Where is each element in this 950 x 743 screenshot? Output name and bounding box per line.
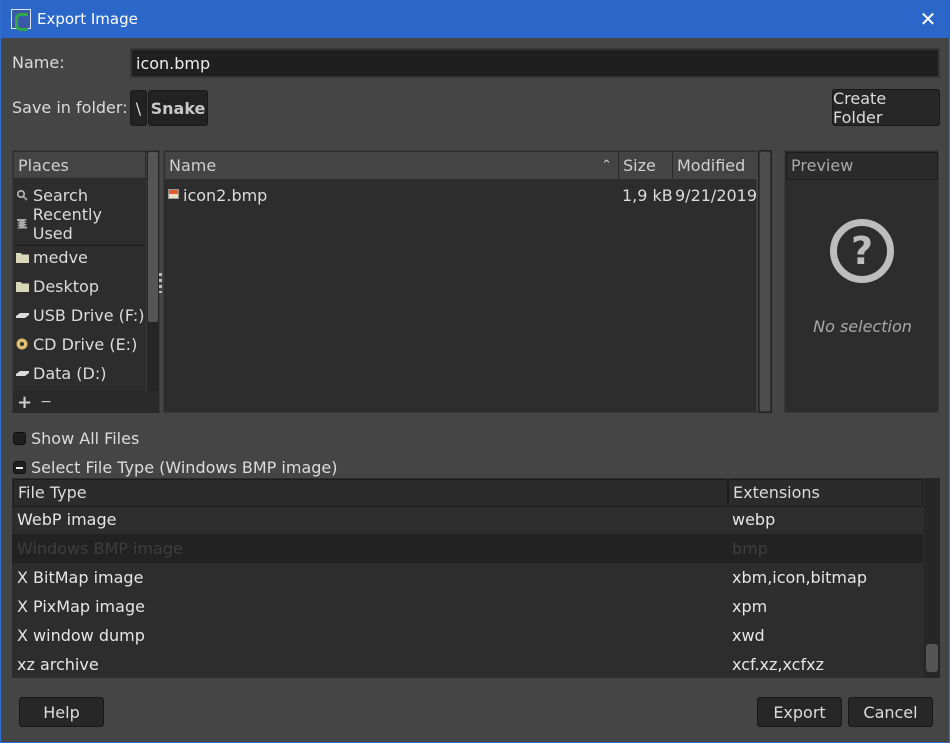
places-item-label: Search [33,185,88,205]
places-item-usb-drive[interactable]: USB Drive (F:) [15,301,145,329]
drive-icon [15,366,29,380]
places-item-data-drive[interactable]: Data (D:) [15,359,145,387]
places-item-label: USB Drive (F:) [33,305,145,325]
file-type-name: X BitMap image [17,568,144,587]
collapse-icon[interactable] [13,461,26,474]
file-type-extensions: bmp [732,539,768,558]
add-bookmark-button[interactable]: + [17,392,32,413]
file-type-name: X PixMap image [17,597,145,616]
column-header-name-label: Name [169,156,217,175]
places-header: Places [14,152,145,179]
places-item-recently-used[interactable]: Recently Used [15,205,145,243]
save-in-folder-label: Save in folder: [12,98,128,117]
cd-icon [15,337,29,351]
breadcrumb-snake[interactable]: Snake [148,90,208,126]
file-modified: 9/21/2019 [675,186,758,205]
file-type-row[interactable]: X PixMap image xpm [12,592,923,621]
places-scrollbar[interactable] [146,151,159,391]
places-item-medve[interactable]: medve [15,243,145,271]
file-type-extensions: xpm [732,597,768,616]
window-title: Export Image [37,10,138,28]
file-type-scrollbar-thumb[interactable] [926,644,938,672]
remove-bookmark-button[interactable]: − [40,394,52,410]
select-file-type-label: Select File Type (Windows BMP image) [31,458,338,477]
places-scrollbar-thumb[interactable] [148,152,158,322]
file-type-name: xz archive [17,655,99,674]
file-type-extensions: webp [732,510,776,529]
file-row[interactable]: icon2.bmp 1,9 kB 9/21/2019 [165,181,757,209]
close-icon[interactable]: ✕ [915,6,941,32]
file-list-scrollbar-thumb[interactable] [760,152,770,411]
file-type-row[interactable]: X window dump xwd [12,621,923,650]
preview-panel: Preview ? No selection [784,150,939,413]
places-item-label: medve [33,247,88,267]
places-item-label: Data (D:) [33,363,107,383]
file-type-extensions: xwd [732,626,765,645]
file-name: icon2.bmp [183,186,268,205]
checkbox-box[interactable] [13,432,26,445]
places-item-label: Desktop [33,276,99,296]
file-type-extensions: xcf.xz,xcfxz [732,655,824,674]
file-type-row[interactable]: X BitMap image xbm,icon,bitmap [12,563,923,592]
file-size: 1,9 kB [622,186,673,205]
column-header-size[interactable]: Size [619,152,673,179]
file-list: Name ⌃ Size Modified icon2.bmp 1,9 kB 9/… [163,150,757,413]
column-header-modified[interactable]: Modified [673,152,757,179]
breadcrumb-root[interactable]: \ [130,90,147,126]
show-all-files-checkbox[interactable]: Show All Files [13,429,139,448]
column-header-name[interactable]: Name ⌃ [165,152,619,179]
title-bar: Export Image ✕ [1,0,950,38]
image-file-icon [168,189,179,199]
app-icon [11,9,31,31]
search-icon [15,188,29,202]
filename-input[interactable] [130,48,940,78]
sort-ascending-icon: ⌃ [601,158,612,173]
column-header-file-type[interactable]: File Type [13,479,728,507]
question-icon: ? [830,219,894,283]
preview-header: Preview [786,152,938,180]
column-header-extensions[interactable]: Extensions [728,479,923,507]
cancel-button[interactable]: Cancel [848,697,933,727]
file-list-scrollbar[interactable] [758,150,772,413]
file-type-name: Windows BMP image [17,539,183,558]
places-item-cd-drive[interactable]: CD Drive (E:) [15,330,145,358]
places-footer: + − [13,391,159,413]
folder-icon [15,279,29,293]
select-file-type-expander[interactable]: Select File Type (Windows BMP image) [13,458,337,477]
file-type-row-selected[interactable]: Windows BMP image bmp [12,534,923,563]
name-label: Name: [12,53,65,72]
places-item-label: CD Drive (E:) [33,334,138,354]
create-folder-button[interactable]: Create Folder [832,89,940,127]
export-button[interactable]: Export [757,697,842,727]
folder-icon [15,250,29,264]
pane-resize-handle[interactable] [159,273,162,293]
no-selection-text: No selection [813,317,912,336]
file-type-row[interactable]: xz archive xcf.xz,xcfxz [12,650,923,679]
file-type-row[interactable]: WebP image webp [12,505,923,534]
file-type-name: X window dump [17,626,145,645]
file-type-scrollbar[interactable] [924,478,940,678]
drive-icon [15,308,29,322]
places-item-desktop[interactable]: Desktop [15,272,145,300]
places-panel: Places Search Recently Used medve Deskto… [12,150,160,413]
file-type-extensions: xbm,icon,bitmap [732,568,867,587]
recent-icon [15,217,29,231]
help-button[interactable]: Help [19,697,104,727]
places-item-label: Recently Used [32,205,102,243]
file-type-name: WebP image [17,510,117,529]
file-type-table: File Type Extensions WebP image webp Win… [12,478,940,678]
show-all-files-label: Show All Files [31,429,140,448]
